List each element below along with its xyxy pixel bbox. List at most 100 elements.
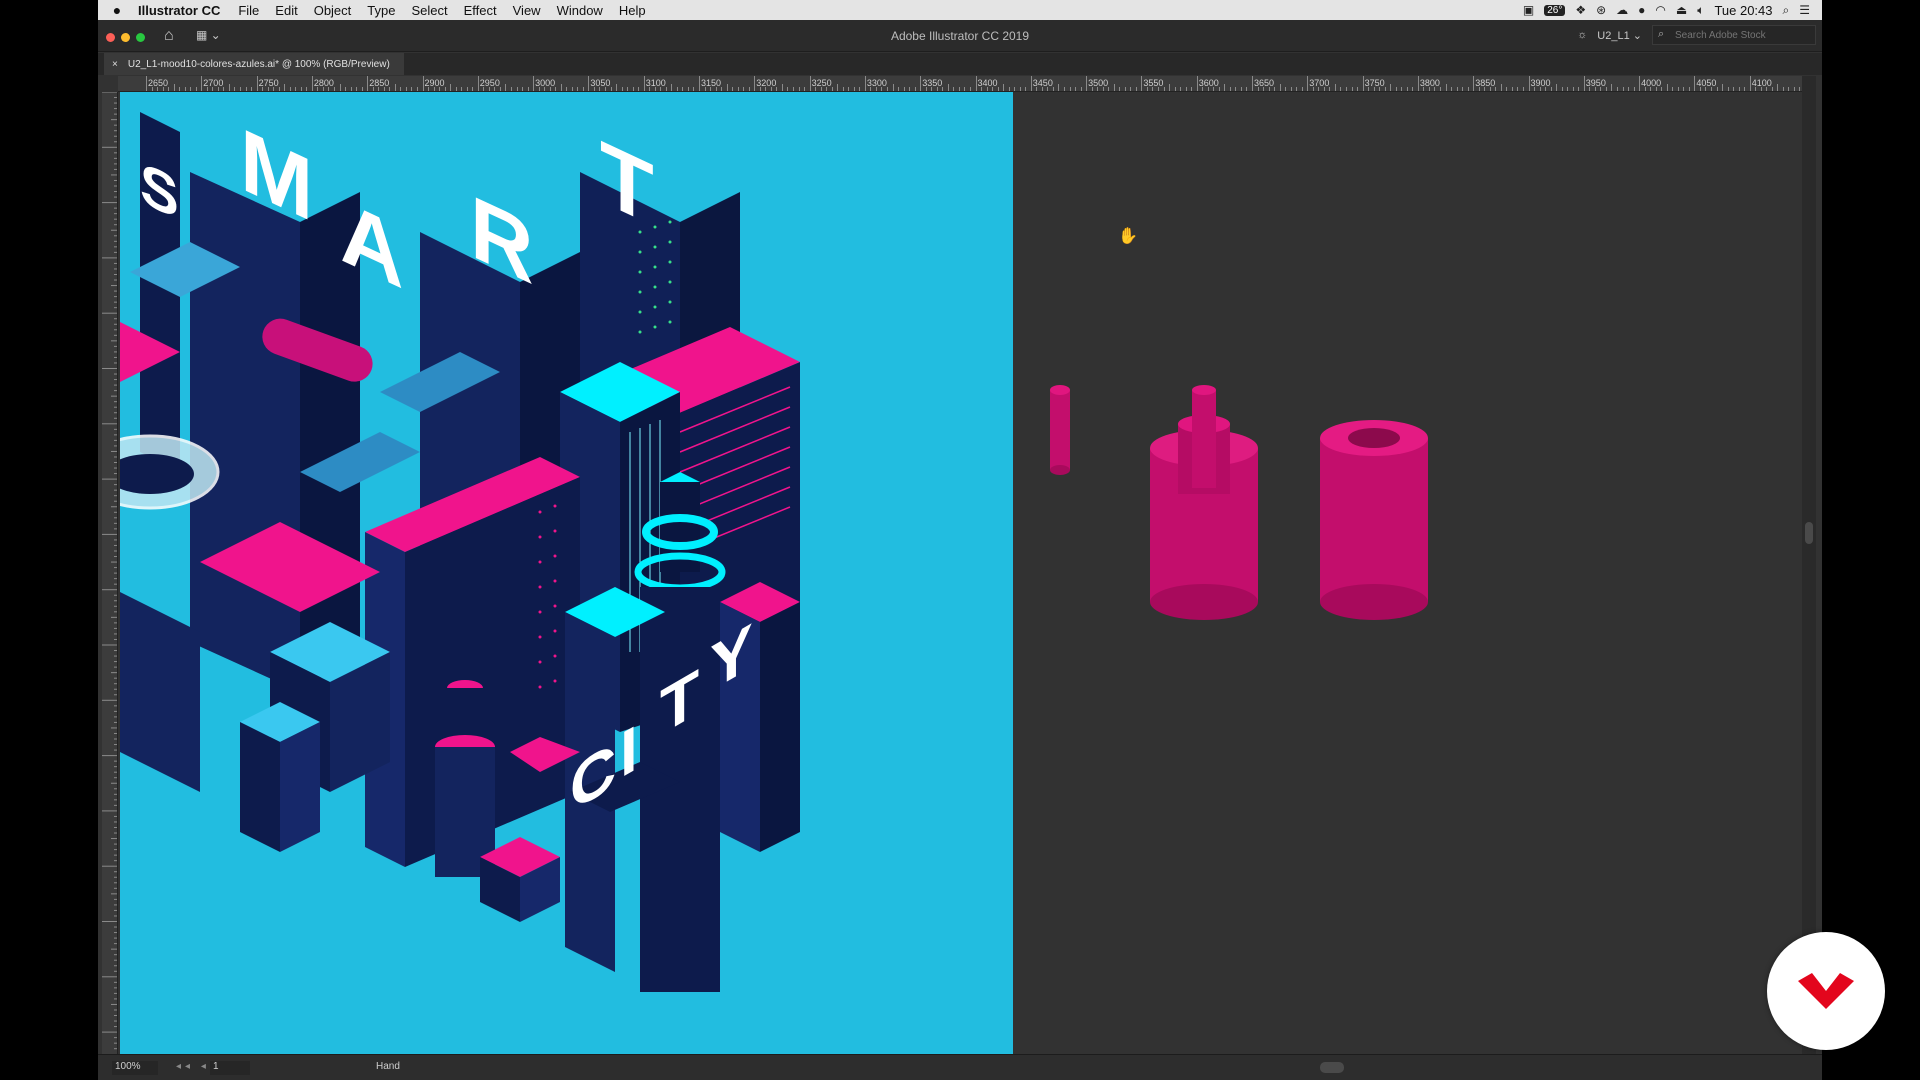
ruler-tick [914, 87, 916, 91]
wifi-icon[interactable]: ◠ [1655, 3, 1665, 17]
ruler-tick [1539, 87, 1541, 91]
ruler-tick [588, 76, 590, 91]
creative-cloud-icon[interactable]: ⊛ [1596, 3, 1606, 17]
document-tab[interactable]: × U2_L1-mood10-colores-azules.ai* @ 100%… [104, 53, 404, 75]
ruler-tick [892, 84, 894, 91]
menu-type[interactable]: Type [367, 3, 395, 18]
ruler-tick [577, 87, 579, 91]
canvas[interactable]: S M A R T C I T Y ✋ [118, 92, 1802, 1054]
circle-status-icon[interactable]: ● [1638, 3, 1645, 17]
ruler-tick [931, 87, 933, 91]
ruler-tick [1622, 87, 1624, 91]
ruler-tick [533, 76, 535, 91]
ruler-tick [1412, 87, 1414, 91]
vertical-ruler[interactable] [102, 92, 118, 1054]
screen-record-icon[interactable]: ▣ [1523, 3, 1534, 17]
stacked-cylinder-top[interactable] [1192, 390, 1216, 488]
ruler-tick [1545, 87, 1547, 91]
thin-cylinder[interactable] [1050, 390, 1070, 470]
ruler-tick [1644, 87, 1646, 91]
menu-window[interactable]: Window [557, 3, 603, 18]
menu-effect[interactable]: Effect [464, 3, 497, 18]
cloud-icon[interactable]: ☁ [1616, 3, 1628, 17]
spotlight-search-icon[interactable]: ⌕ [1783, 3, 1790, 18]
ruler-tick [798, 87, 800, 91]
ruler-tick [223, 87, 225, 91]
artboard-navigation[interactable]: ◂◂ ◂ [176, 1061, 210, 1072]
tower-shape [190, 172, 300, 692]
ruler-tick [234, 87, 236, 91]
notification-list-icon[interactable]: ☰ [1799, 3, 1810, 17]
ruler-tick [721, 87, 723, 91]
horizontal-ruler[interactable]: 2650 2700 2750 2800 2850 2900 2950 3000 3050 3100… [118, 76, 1802, 92]
ruler-tick [726, 84, 728, 91]
artboard-number-field[interactable]: 1 [210, 1061, 250, 1075]
ruler-tick [1312, 87, 1314, 91]
ruler-tick [228, 84, 230, 91]
ruler-tick [1655, 87, 1657, 91]
search-input[interactable] [1652, 25, 1816, 45]
workspace-switcher[interactable]: U2_L1 ⌄ [1597, 29, 1642, 42]
artboard[interactable]: S M A R T C I T Y [118, 92, 1013, 1054]
volume-icon[interactable]: 🔈︎ [1697, 3, 1704, 18]
ruler-tick [571, 87, 573, 91]
ruler-tick [422, 76, 424, 91]
ruler-tick [389, 87, 391, 91]
ruler-tick [1174, 87, 1176, 91]
ruler-tick [737, 87, 739, 91]
ruler-tick [311, 76, 313, 91]
menu-select[interactable]: Select [411, 3, 447, 18]
ruler-tick [1434, 87, 1436, 91]
ruler-tick [1688, 87, 1690, 91]
ruler-tick [654, 87, 656, 91]
ruler-tick [992, 87, 994, 91]
ruler-tick [632, 87, 634, 91]
vertical-scroll-thumb[interactable] [1805, 522, 1813, 544]
ruler-tick [1290, 87, 1292, 91]
temperature-badge[interactable]: 26° [1544, 4, 1566, 16]
ruler-tick [1036, 87, 1038, 91]
menu-object[interactable]: Object [314, 3, 352, 18]
ruler-tick [538, 87, 540, 91]
ruler-tick [251, 87, 253, 91]
menu-help[interactable]: Help [619, 3, 646, 18]
hollow-cylinder[interactable] [1320, 438, 1428, 602]
ruler-tick [820, 87, 822, 91]
ruler-tick [345, 87, 347, 91]
ruler-tick [936, 87, 938, 91]
ruler-tick [212, 87, 214, 91]
menubar-clock[interactable]: Tue 20:43 [1714, 3, 1772, 18]
ruler-tick [804, 87, 806, 91]
eject-icon[interactable]: ⏏ [1676, 3, 1687, 17]
horizontal-scroll-thumb[interactable] [1320, 1062, 1344, 1073]
current-tool-status: Hand [376, 1061, 400, 1072]
ruler-tick [555, 87, 557, 91]
ruler-tick [787, 87, 789, 91]
ruler-tick [1169, 84, 1171, 91]
zoom-level-field[interactable]: 100% [112, 1061, 158, 1075]
vertical-scrollbar[interactable] [1802, 76, 1816, 1054]
ruler-tick [400, 87, 402, 91]
apple-icon[interactable]: ● [106, 2, 128, 18]
menu-file[interactable]: File [238, 3, 259, 18]
dropbox-icon[interactable]: ❖ [1575, 3, 1586, 17]
ruler-tick [1661, 87, 1663, 91]
ruler-tick [1196, 76, 1198, 91]
ruler-tick [1755, 87, 1757, 91]
ruler-tick [610, 87, 612, 91]
extruded-cylinders[interactable] [1038, 382, 1438, 702]
close-tab-icon[interactable]: × [112, 59, 118, 70]
ruler-tick [1694, 76, 1696, 91]
menu-app-name[interactable]: Illustrator CC [138, 3, 220, 18]
lightbulb-icon[interactable]: ☼ [1577, 29, 1587, 41]
ruler-tick [450, 84, 452, 91]
ruler-tick [1063, 87, 1065, 91]
ruler-tick [1180, 87, 1182, 91]
tower-shape [280, 722, 320, 852]
ruler-tick [1003, 84, 1005, 91]
menu-view[interactable]: View [513, 3, 541, 18]
ruler-tick [1583, 76, 1585, 91]
ruler-tick [1467, 87, 1469, 91]
ruler-tick [1229, 87, 1231, 91]
menu-edit[interactable]: Edit [275, 3, 297, 18]
